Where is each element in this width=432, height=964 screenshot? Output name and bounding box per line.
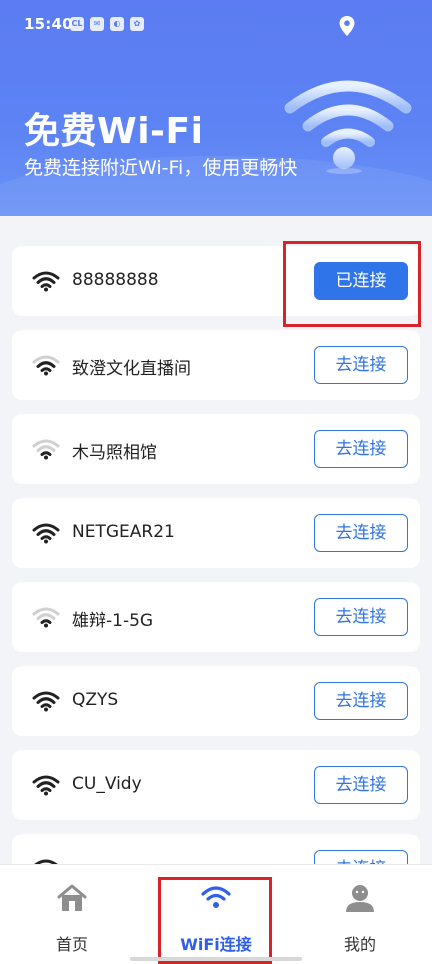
notification-icons: CL ✉ ◐ ✿ bbox=[70, 17, 144, 31]
wifi-signal-full-icon bbox=[32, 691, 60, 712]
wifi-list-item[interactable]: 88888888 已连接 bbox=[12, 246, 420, 316]
notification-flower-icon: ✿ bbox=[130, 17, 144, 31]
wifi-list-item[interactable]: CU_Vidy 去连接 bbox=[12, 750, 420, 820]
home-indicator bbox=[130, 957, 302, 961]
connected-button[interactable]: 已连接 bbox=[314, 262, 408, 300]
wifi-ssid: NETGEAR21 bbox=[72, 522, 175, 542]
connect-button[interactable]: 去连接 bbox=[314, 430, 408, 468]
connect-button[interactable]: 去连接 bbox=[314, 682, 408, 720]
nav-home-label: 首页 bbox=[55, 935, 88, 954]
wifi-ssid: 雄辩-1-5G bbox=[72, 611, 154, 631]
nav-home[interactable]: 首页 bbox=[0, 865, 144, 964]
connect-button[interactable]: 去连接 bbox=[314, 346, 408, 384]
nav-profile-label: 我的 bbox=[343, 935, 376, 954]
notification-sync-icon: ◐ bbox=[110, 17, 124, 31]
connect-button[interactable]: 去连接 bbox=[314, 598, 408, 636]
wifi-signal-weak-icon bbox=[32, 607, 60, 628]
wifi-list-item[interactable]: 雄辩-1-5G 去连接 bbox=[12, 582, 420, 652]
wifi-ssid: 88888888 bbox=[72, 270, 159, 290]
notification-app-icon: CL bbox=[70, 17, 84, 31]
wifi-list-item[interactable]: 木马照相馆 去连接 bbox=[12, 414, 420, 484]
wifi-list-item[interactable]: NETGEAR21 去连接 bbox=[12, 498, 420, 568]
wifi-list-item[interactable]: QZYS 去连接 bbox=[12, 666, 420, 736]
wifi-ssid: 致澄文化直播间 bbox=[72, 359, 191, 379]
wifi-ssid: QZYS bbox=[72, 690, 119, 710]
home-icon bbox=[57, 884, 87, 911]
nav-wifi-label: WiFi连接 bbox=[180, 935, 252, 954]
wifi-signal-full-icon bbox=[32, 271, 60, 292]
connect-button[interactable]: 去连接 bbox=[314, 766, 408, 804]
header-banner: 15:40 CL ✉ ◐ ✿ 免费Wi-Fi 免费连接附近Wi-Fi，使用更畅快 bbox=[0, 0, 432, 216]
wifi-icon bbox=[201, 886, 231, 908]
nav-wifi[interactable]: WiFi连接 bbox=[144, 865, 288, 964]
wifi-signal-full-icon bbox=[32, 523, 60, 544]
status-bar: 15:40 CL ✉ ◐ ✿ bbox=[0, 0, 432, 50]
hero-wifi-illustration-icon bbox=[284, 80, 412, 174]
wifi-list-item[interactable]: 去连接 bbox=[12, 834, 420, 864]
wifi-network-list[interactable]: 88888888 已连接 致澄文化直播间 去连接 木马照相馆 去连接 NETGE… bbox=[0, 216, 432, 864]
wifi-signal-full-icon bbox=[32, 775, 60, 796]
notification-mail-icon: ✉ bbox=[90, 17, 104, 31]
connect-button[interactable]: 去连接 bbox=[314, 850, 408, 864]
location-pin-icon bbox=[339, 16, 355, 36]
profile-icon bbox=[346, 885, 374, 912]
bottom-navigation: 首页 WiFi连接 我的 bbox=[0, 864, 432, 964]
hero-subtitle: 免费连接附近Wi-Fi，使用更畅快 bbox=[24, 157, 298, 179]
wifi-signal-weak-icon bbox=[32, 439, 60, 460]
wifi-list-item[interactable]: 致澄文化直播间 去连接 bbox=[12, 330, 420, 400]
wifi-signal-medium-icon bbox=[32, 355, 60, 376]
wifi-ssid: CU_Vidy bbox=[72, 774, 142, 794]
nav-profile[interactable]: 我的 bbox=[288, 865, 432, 964]
connect-button[interactable]: 去连接 bbox=[314, 514, 408, 552]
status-time: 15:40 bbox=[24, 15, 73, 33]
wifi-ssid: 木马照相馆 bbox=[72, 443, 157, 463]
hero-title: 免费Wi-Fi bbox=[24, 111, 204, 152]
